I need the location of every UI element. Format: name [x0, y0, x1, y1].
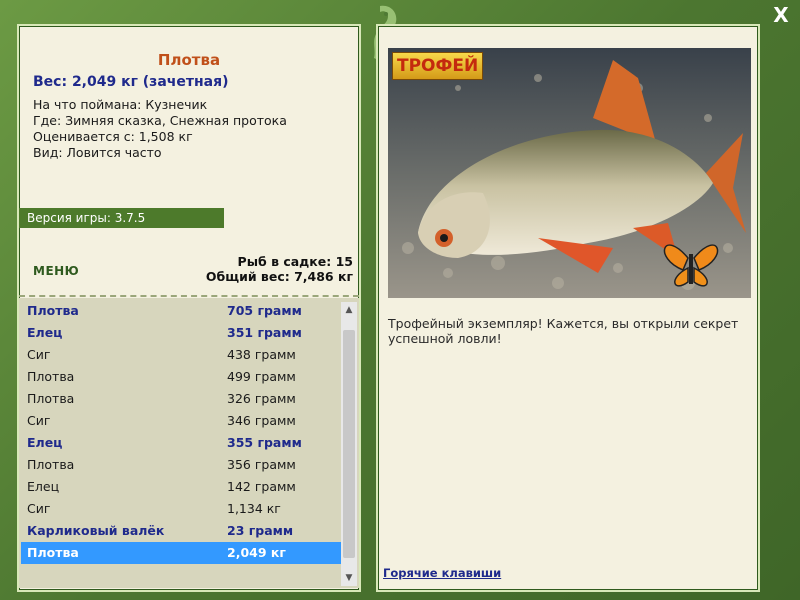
list-scrollbar[interactable]: ▲ ▼: [341, 302, 357, 586]
catch-fish-name: Сиг: [27, 501, 51, 516]
bait-info: На что поймана: Кузнечик: [33, 97, 208, 112]
catch-list-row[interactable]: Плотва 356 грамм: [21, 454, 341, 476]
catch-fish-name: Плотва: [27, 369, 75, 384]
catch-fish-weight: 1,134 кг: [227, 501, 281, 516]
catch-fish-weight: 346 грамм: [227, 413, 296, 428]
catch-fish-name: Сиг: [27, 347, 51, 362]
catch-fish-name: Елец: [27, 479, 60, 494]
close-button[interactable]: X: [770, 4, 792, 26]
catch-fish-name: Плотва: [27, 545, 79, 560]
catch-list-row[interactable]: Карликовый валёк 23 грамм: [21, 520, 341, 542]
catch-list-row[interactable]: Елец 355 грамм: [21, 432, 341, 454]
catch-fish-name: Карликовый валёк: [27, 523, 165, 538]
catch-list-row[interactable]: Сиг 346 грамм: [21, 410, 341, 432]
catch-fish-weight: 23 грамм: [227, 523, 294, 538]
catch-list: Плотва 705 грамм Елец 351 грамм Сиг 438 грамм…: [21, 300, 341, 564]
catch-fish-weight: 142 грамм: [227, 479, 296, 494]
catch-fish-weight: 326 грамм: [227, 391, 296, 406]
scroll-up-icon[interactable]: ▲: [341, 302, 357, 318]
trophy-message: Трофейный экземпляр! Кажется, вы открыли…: [388, 316, 739, 346]
menu-button[interactable]: МЕНЮ: [33, 264, 79, 278]
catch-fish-name: Елец: [27, 435, 63, 450]
total-weight: Общий вес: 7,486 кг: [205, 269, 353, 284]
trophy-badge: ТРОФЕЙ: [392, 52, 484, 80]
place-info: Где: Зимняя сказка, Снежная протока: [33, 113, 287, 128]
catch-list-row[interactable]: Сиг 438 грамм: [21, 344, 341, 366]
divider: [19, 295, 359, 297]
catch-list-row[interactable]: Плотва 499 грамм: [21, 366, 341, 388]
catch-info-panel: Плотва Вес: 2,049 кг (зачетная) На что п…: [17, 24, 361, 592]
catch-fish-name: Елец: [27, 325, 63, 340]
kind-info: Вид: Ловится часто: [33, 145, 162, 160]
version-bar: Версия игры: 3.7.5: [19, 208, 224, 228]
catch-list-row[interactable]: Елец 351 грамм: [21, 322, 341, 344]
catch-list-row[interactable]: Плотва 326 грамм: [21, 388, 341, 410]
fish-weight-label: Вес: 2,049 кг (зачетная): [33, 74, 229, 90]
scroll-thumb[interactable]: [343, 330, 355, 558]
catch-list-row[interactable]: Елец 142 грамм: [21, 476, 341, 498]
fish-count: Рыб в садке: 15: [237, 254, 353, 269]
catch-fish-name: Плотва: [27, 457, 75, 472]
catch-fish-weight: 705 грамм: [227, 303, 302, 318]
fish-name-title: Плотва: [157, 51, 221, 69]
catch-list-row[interactable]: Сиг 1,134 кг: [21, 498, 341, 520]
catch-fish-weight: 499 грамм: [227, 369, 296, 384]
rating-info: Оценивается с: 1,508 кг: [33, 129, 193, 144]
catch-fish-weight: 2,049 кг: [227, 545, 286, 560]
catch-list-row[interactable]: Плотва 705 грамм: [21, 300, 341, 322]
fish-photo: [388, 48, 751, 298]
trophy-panel: ТРОФЕЙ Трофейный экземпляр! Кажется, вы …: [376, 24, 760, 592]
catch-fish-weight: 438 грамм: [227, 347, 296, 362]
hotkeys-link[interactable]: Горячие клавиши: [383, 566, 501, 580]
catch-list-row[interactable]: Плотва 2,049 кг: [21, 542, 341, 564]
catch-fish-weight: 355 грамм: [227, 435, 302, 450]
cage-stats: Рыб в садке: 15 Общий вес: 7,486 кг: [206, 254, 353, 284]
catch-fish-name: Плотва: [27, 303, 79, 318]
catch-fish-weight: 351 грамм: [227, 325, 302, 340]
catch-fish-name: Сиг: [27, 413, 51, 428]
scroll-down-icon[interactable]: ▼: [341, 570, 357, 586]
catch-fish-name: Плотва: [27, 391, 75, 406]
catch-list-area: Плотва 705 грамм Елец 351 грамм Сиг 438 грамм…: [19, 298, 359, 588]
catch-fish-weight: 356 грамм: [227, 457, 296, 472]
